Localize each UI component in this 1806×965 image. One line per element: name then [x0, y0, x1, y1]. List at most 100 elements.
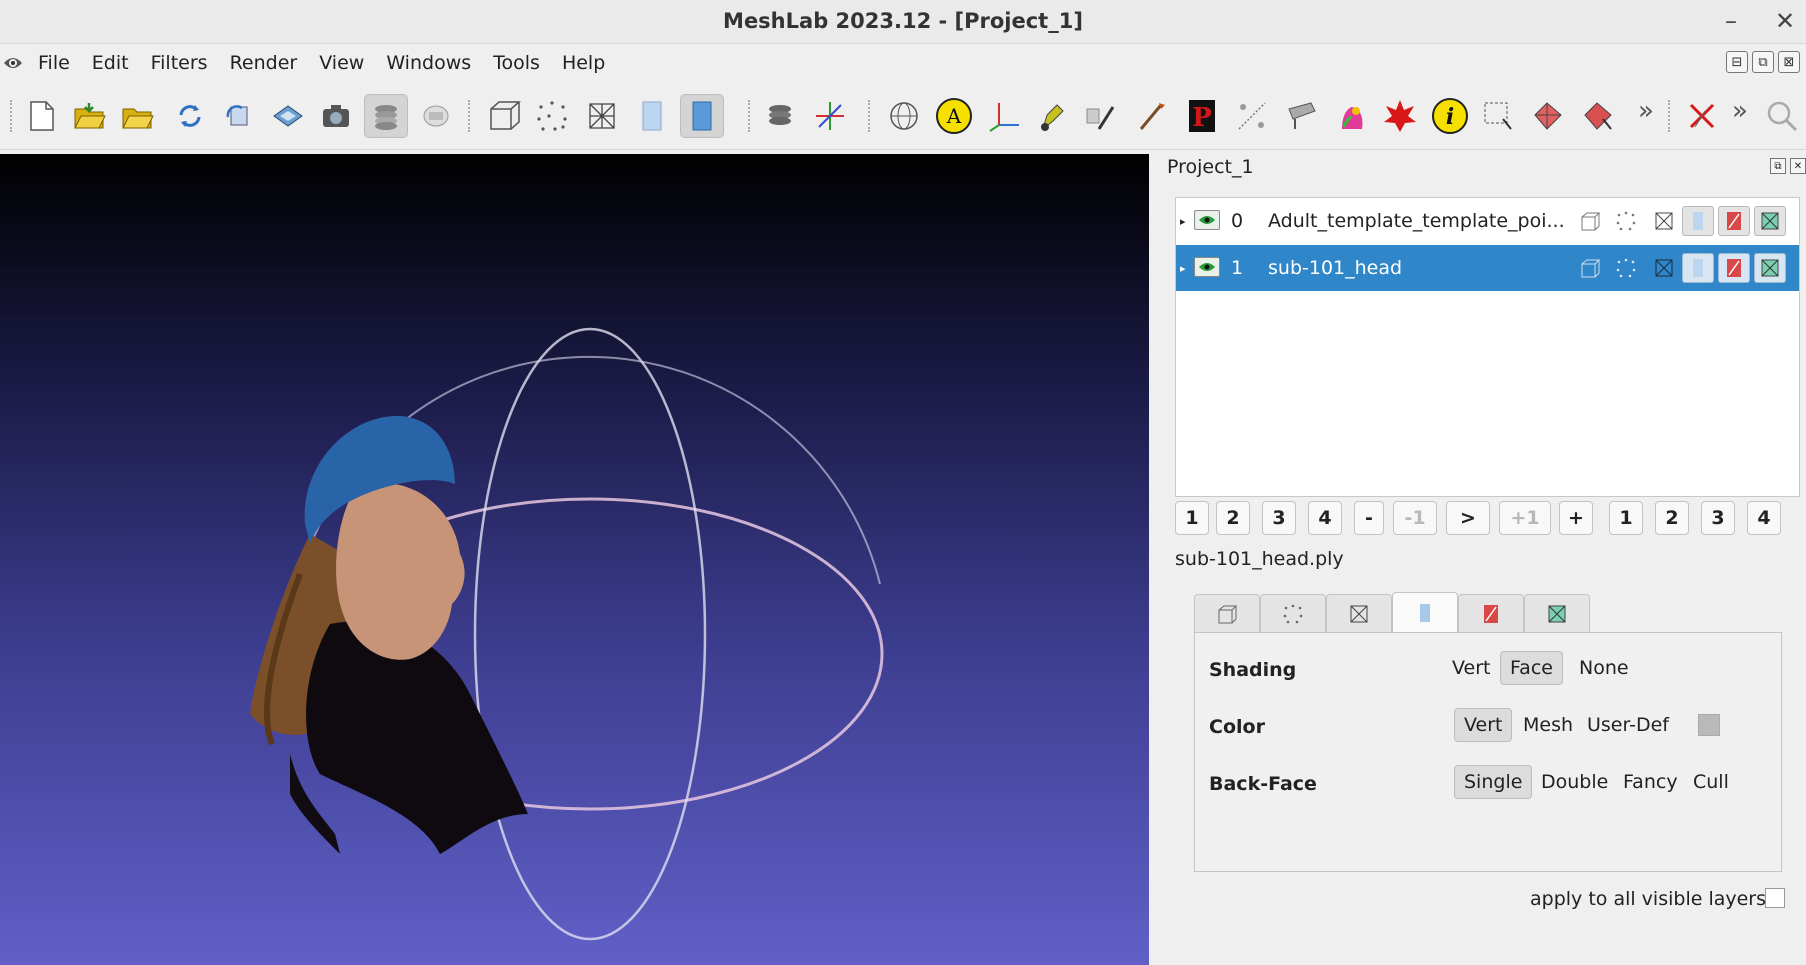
- points-tab-icon[interactable]: [1260, 594, 1326, 632]
- recall-3-button[interactable]: 3: [1701, 501, 1735, 535]
- wireframe-toggle-icon[interactable]: [1648, 253, 1680, 283]
- toolbar-overflow-icon-2[interactable]: »: [1732, 96, 1748, 126]
- paint-icon[interactable]: [1030, 94, 1074, 138]
- minimize-button[interactable]: –: [1714, 6, 1748, 36]
- fill-tab-icon[interactable]: [1392, 592, 1458, 632]
- layers-icon[interactable]: [364, 94, 408, 138]
- select-faces-alt-icon[interactable]: [1576, 94, 1620, 138]
- pick-points-icon[interactable]: [1130, 94, 1174, 138]
- expand-arrow-icon[interactable]: ▸: [1180, 262, 1186, 275]
- info-icon[interactable]: i: [1428, 94, 1472, 138]
- bbox-icon[interactable]: [482, 94, 526, 138]
- zoom-icon[interactable]: [1760, 94, 1804, 138]
- flat-icon[interactable]: [680, 94, 724, 138]
- mdi-restore-button[interactable]: ⧉: [1752, 51, 1774, 73]
- globe-icon[interactable]: [882, 94, 926, 138]
- recall-2-button[interactable]: 2: [1655, 501, 1689, 535]
- play-button[interactable]: >: [1446, 501, 1490, 535]
- expand-arrow-icon[interactable]: ▸: [1180, 215, 1186, 228]
- texture-toggle-icon[interactable]: [1718, 206, 1750, 236]
- lines-toggle-icon[interactable]: [1754, 253, 1786, 283]
- menu-edit[interactable]: Edit: [92, 50, 129, 76]
- preset-1-button[interactable]: 1: [1175, 501, 1209, 535]
- close-button[interactable]: ✕: [1768, 6, 1802, 36]
- open-mesh-icon[interactable]: [116, 94, 160, 138]
- toolbar-overflow-icon[interactable]: »: [1638, 96, 1654, 126]
- shading-face-option[interactable]: Face: [1500, 651, 1563, 685]
- bbox-tab-icon[interactable]: [1194, 594, 1260, 632]
- annotation-icon[interactable]: A: [932, 94, 976, 138]
- points-toggle-icon[interactable]: [1610, 206, 1642, 236]
- mdi-minimize-button[interactable]: ⊟: [1726, 51, 1748, 73]
- measure-icon[interactable]: [1230, 94, 1274, 138]
- plus-button[interactable]: +: [1559, 501, 1593, 535]
- lines-toggle-icon[interactable]: [1754, 206, 1786, 236]
- layer-row[interactable]: ▸ 0 Adult_template_template_poi...: [1176, 198, 1799, 244]
- fill-toggle-icon[interactable]: [1682, 253, 1714, 283]
- shading-vert-option[interactable]: Vert: [1442, 651, 1500, 685]
- wireframe-icon[interactable]: [580, 94, 624, 138]
- backface-double-option[interactable]: Double: [1531, 765, 1618, 799]
- next-layer-button[interactable]: +1: [1499, 501, 1551, 535]
- color-icon[interactable]: [1280, 94, 1324, 138]
- open-project-icon[interactable]: [68, 94, 112, 138]
- select-faces-icon[interactable]: [1526, 94, 1570, 138]
- reload-all-icon[interactable]: [216, 94, 260, 138]
- color-vert-option[interactable]: Vert: [1454, 708, 1513, 742]
- apply-all-checkbox[interactable]: [1765, 888, 1785, 908]
- menu-view[interactable]: View: [319, 50, 364, 76]
- brush-icon[interactable]: [1080, 94, 1124, 138]
- preset-3-button[interactable]: 3: [1262, 501, 1296, 535]
- axes-icon[interactable]: [808, 94, 852, 138]
- shading-none-option[interactable]: None: [1569, 651, 1639, 685]
- preset-2-button[interactable]: 2: [1216, 501, 1250, 535]
- raster-icon[interactable]: [414, 94, 458, 138]
- wireframe-toggle-icon[interactable]: [1648, 206, 1680, 236]
- recall-4-button[interactable]: 4: [1747, 501, 1781, 535]
- reload-icon[interactable]: [168, 94, 212, 138]
- prev-layer-button[interactable]: -1: [1393, 501, 1437, 535]
- menu-render[interactable]: Render: [230, 50, 298, 76]
- layer-list[interactable]: ▸ 0 Adult_template_template_poi... ▸ 1 s…: [1175, 197, 1800, 497]
- texture-toggle-icon[interactable]: [1718, 253, 1750, 283]
- recall-1-button[interactable]: 1: [1609, 501, 1643, 535]
- panel-close-button[interactable]: ✕: [1790, 158, 1806, 174]
- minus-button[interactable]: -: [1354, 501, 1384, 535]
- visibility-eye-icon[interactable]: [1194, 257, 1220, 277]
- 3d-viewport[interactable]: [0, 154, 1149, 965]
- panel-float-button[interactable]: ⧉: [1770, 158, 1786, 174]
- lines-tab-icon[interactable]: [1524, 594, 1590, 632]
- mdi-close-button[interactable]: ⊠: [1778, 51, 1800, 73]
- menu-tools[interactable]: Tools: [493, 50, 540, 76]
- menu-file[interactable]: File: [38, 50, 70, 76]
- color-userdef-option[interactable]: User-Def: [1577, 708, 1679, 742]
- points-icon[interactable]: [530, 94, 574, 138]
- axis-tool-icon[interactable]: [982, 94, 1026, 138]
- menu-filters[interactable]: Filters: [151, 50, 208, 76]
- fill-toggle-icon[interactable]: [1682, 206, 1714, 236]
- georef-icon[interactable]: [1330, 94, 1374, 138]
- cut-icon[interactable]: P: [1180, 94, 1224, 138]
- select-vertices-icon[interactable]: [1476, 94, 1520, 138]
- layer-stack-icon[interactable]: [758, 94, 802, 138]
- menu-help[interactable]: Help: [562, 50, 605, 76]
- bbox-toggle-icon[interactable]: [1574, 253, 1606, 283]
- points-toggle-icon[interactable]: [1610, 253, 1642, 283]
- new-project-icon[interactable]: [20, 94, 64, 138]
- color-mesh-option[interactable]: Mesh: [1513, 708, 1583, 742]
- scene-canvas[interactable]: [0, 154, 1149, 965]
- visibility-eye-icon[interactable]: [1194, 210, 1220, 230]
- flat-lines-icon[interactable]: [630, 94, 674, 138]
- wireframe-tab-icon[interactable]: [1326, 594, 1392, 632]
- bbox-toggle-icon[interactable]: [1574, 206, 1606, 236]
- backface-single-option[interactable]: Single: [1454, 765, 1533, 799]
- user-def-color-swatch[interactable]: [1698, 714, 1720, 736]
- star-georef-icon[interactable]: [1378, 94, 1422, 138]
- backface-fancy-option[interactable]: Fancy: [1613, 765, 1688, 799]
- save-icon[interactable]: [266, 94, 310, 138]
- layer-row-selected[interactable]: ▸ 1 sub-101_head: [1176, 245, 1799, 291]
- close-tool-icon[interactable]: [1680, 94, 1724, 138]
- preset-4-button[interactable]: 4: [1308, 501, 1342, 535]
- texture-tab-icon[interactable]: [1458, 594, 1524, 632]
- backface-cull-option[interactable]: Cull: [1683, 765, 1739, 799]
